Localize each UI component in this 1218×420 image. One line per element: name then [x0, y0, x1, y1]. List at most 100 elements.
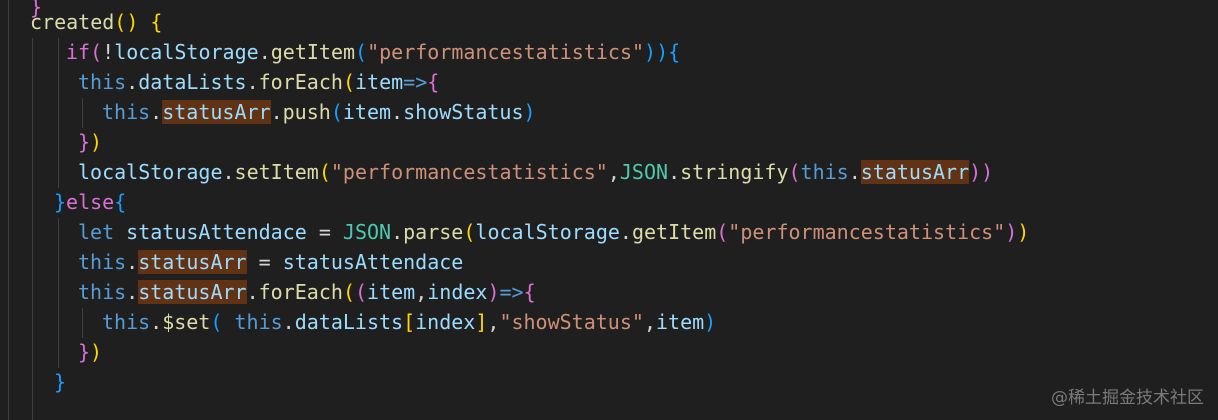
- code-token: this: [102, 310, 151, 334]
- code-token: =>: [403, 70, 428, 94]
- code-line[interactable]: created() {: [30, 7, 162, 37]
- code-token: {: [114, 190, 127, 214]
- code-line[interactable]: this.statusArr.forEach((item,index)=>{: [78, 277, 536, 307]
- code-token: let: [78, 220, 115, 244]
- code-token: this: [800, 160, 849, 184]
- code-token: (: [355, 40, 368, 64]
- code-token: {: [427, 70, 440, 94]
- code-line[interactable]: }else{: [54, 187, 126, 217]
- code-token: index: [415, 310, 476, 334]
- code-token: .: [150, 100, 163, 124]
- code-token: item: [367, 280, 416, 304]
- code-token: }: [54, 370, 67, 394]
- code-token: ): [90, 130, 103, 154]
- code-token: )): [644, 40, 669, 64]
- code-token: "showStatus": [499, 310, 644, 334]
- code-token: (: [90, 40, 103, 64]
- code-token: (: [210, 310, 223, 334]
- code-token: {: [150, 10, 163, 34]
- code-token: (: [342, 280, 355, 304]
- code-token: this: [78, 280, 127, 304]
- code-token: {: [523, 280, 536, 304]
- code-token: "performancestatistics": [367, 40, 645, 64]
- code-token: item: [342, 100, 392, 124]
- code-token: (: [330, 100, 343, 124]
- code-token: this: [78, 70, 127, 94]
- code-line[interactable]: this.statusArr = statusAttendace: [78, 247, 463, 277]
- code-line[interactable]: this.dataLists.forEach(item=>{: [78, 67, 439, 97]
- code-line[interactable]: this.statusArr.push(item.showStatus): [102, 97, 536, 127]
- code-token: this: [102, 100, 151, 124]
- code-token: localStorage: [475, 220, 620, 244]
- code-token: setItem: [234, 160, 319, 184]
- indent-guide: [58, 38, 59, 188]
- code-token: .: [848, 160, 861, 184]
- highlighted-token: statusArr: [138, 250, 247, 274]
- code-token: getItem: [631, 220, 717, 244]
- code-token: !: [102, 40, 115, 64]
- code-token: ,: [607, 160, 620, 184]
- code-editor[interactable]: } created() { if(!localStorage.getItem("…: [0, 0, 1218, 420]
- indent-guide: [82, 308, 83, 338]
- code-token: index: [427, 280, 488, 304]
- code-token: ]: [475, 310, 488, 334]
- code-token: .: [246, 70, 259, 94]
- code-token: ): [487, 280, 500, 304]
- code-token: (): [114, 10, 151, 34]
- code-token: dataLists: [294, 310, 404, 334]
- code-token: parse: [403, 220, 464, 244]
- code-token: .: [668, 160, 681, 184]
- code-token: ): [704, 310, 717, 334]
- highlighted-token: statusArr: [162, 100, 271, 124]
- code-token: .: [619, 220, 632, 244]
- code-line[interactable]: this.$set( this.dataLists[index],"showSt…: [102, 307, 716, 337]
- code-token: }: [78, 340, 91, 364]
- code-token: }: [78, 130, 91, 154]
- code-token: statusAttendace: [282, 250, 464, 274]
- code-token: .: [282, 310, 295, 334]
- code-line[interactable]: let statusAttendace = JSON.parse(localSt…: [78, 217, 1029, 247]
- code-token: this: [78, 250, 127, 274]
- code-token: forEach: [258, 280, 343, 304]
- code-token: (: [342, 70, 355, 94]
- code-token: =: [306, 220, 343, 244]
- code-token: (: [354, 280, 368, 304]
- code-token: dataLists: [138, 70, 247, 94]
- code-token: ,: [415, 280, 428, 304]
- code-token: .: [270, 100, 283, 124]
- code-token: "performancestatistics": [728, 220, 1006, 244]
- code-token: stringify: [680, 160, 789, 184]
- code-token: ): [90, 340, 103, 364]
- code-token: ): [1017, 220, 1030, 244]
- code-token: getItem: [270, 40, 356, 64]
- indent-guide: [32, 38, 33, 420]
- indent-guide: [58, 218, 59, 368]
- highlighted-token: statusArr: [138, 280, 247, 304]
- code-line[interactable]: }): [78, 127, 102, 157]
- code-token: showStatus: [403, 100, 524, 124]
- code-token: ,: [643, 310, 656, 334]
- code-token: forEach: [258, 70, 343, 94]
- code-token: item: [655, 310, 705, 334]
- highlighted-token: statusArr: [860, 160, 970, 184]
- code-token: .: [258, 40, 271, 64]
- code-token: $set: [162, 310, 211, 334]
- code-token: .: [150, 310, 163, 334]
- code-token: statusAttendace: [126, 220, 307, 244]
- code-line[interactable]: if(!localStorage.getItem("performancesta…: [66, 37, 680, 67]
- code-token: .: [222, 160, 235, 184]
- code-token: .: [391, 100, 404, 124]
- code-token: item: [354, 70, 404, 94]
- code-line[interactable]: }: [54, 367, 66, 397]
- code-token: localStorage: [78, 160, 223, 184]
- code-token: .: [126, 250, 139, 274]
- code-token: (: [318, 160, 331, 184]
- code-token: =>: [499, 280, 524, 304]
- code-line[interactable]: }): [78, 337, 102, 367]
- code-token: }: [54, 190, 67, 214]
- code-token: push: [282, 100, 331, 124]
- code-token: this: [234, 310, 283, 334]
- code-line[interactable]: localStorage.setItem("performancestatist…: [78, 157, 993, 187]
